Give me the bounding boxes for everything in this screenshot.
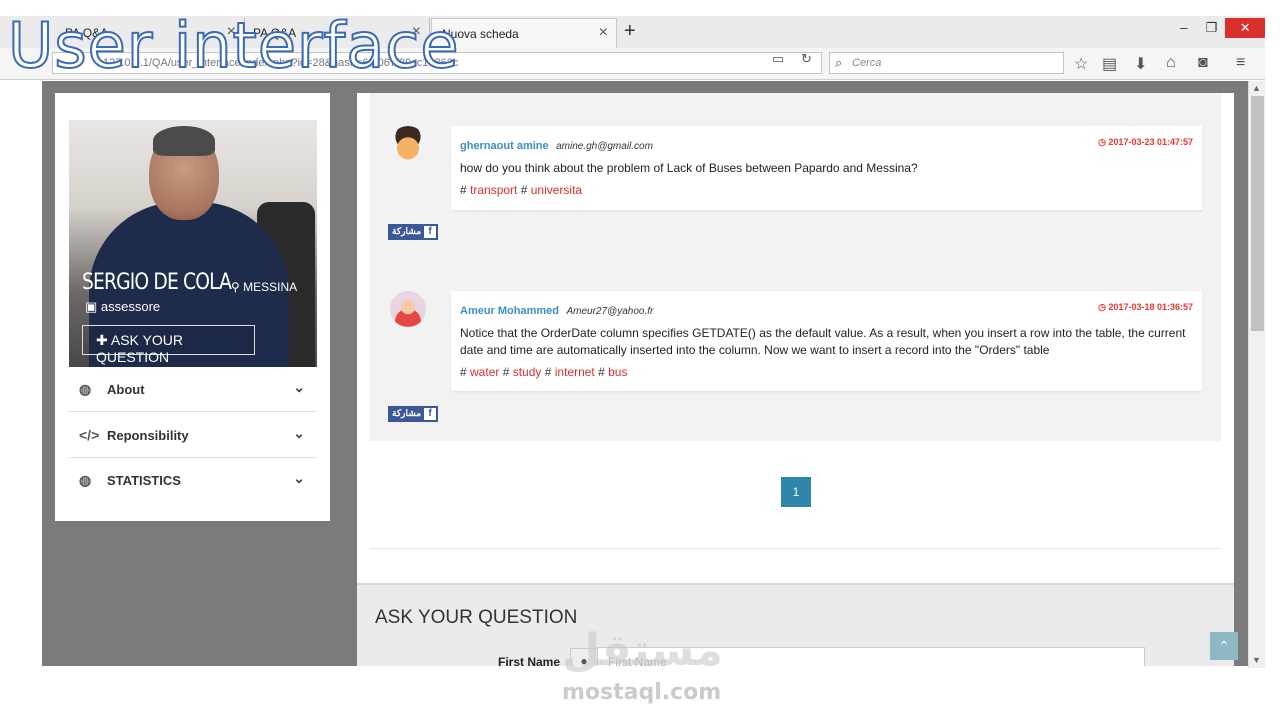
question-date: ◷ 2017-03-18 01:36:57 (1098, 302, 1193, 313)
reader-view-icon[interactable]: ▭ (772, 51, 784, 67)
restore-button[interactable]: ❐ (1198, 18, 1226, 38)
plus-icon: ✚ (96, 332, 111, 348)
profile-role-label: assessore (100, 299, 161, 314)
clock-icon: ◷ (1098, 302, 1109, 312)
scrollbar-thumb[interactable] (1251, 96, 1264, 331)
facebook-share-button[interactable]: مشاركة f (388, 224, 438, 240)
question-tags: # water # study # internet # bus (460, 365, 628, 379)
page-scrollbar[interactable]: ▲ ▼ (1248, 81, 1265, 668)
page-viewport: SERGIO DE COLA ⚲ MESSINA ▣ assessore ✚ A… (42, 81, 1248, 666)
ask-form-title: ASK YOUR QUESTION (375, 607, 578, 628)
question-date-text: 2017-03-18 01:36:57 (1108, 302, 1193, 312)
sidebar-item-about[interactable]: ◍ About ⌄ (69, 367, 317, 412)
clock-icon: ◷ (1098, 137, 1109, 147)
sidebar-item-label: STATISTICS (107, 473, 181, 488)
minimize-button[interactable]: – (1170, 18, 1198, 38)
search-input[interactable]: ⌕ Cerca (829, 52, 1064, 74)
profile-role: ▣ assessore (85, 299, 160, 315)
sidebar-item-responsibility[interactable]: </> Reponsibility ⌄ (69, 413, 317, 458)
profile-city: ⚲ MESSINA (231, 280, 297, 294)
tag-link[interactable]: transport (470, 183, 517, 197)
scroll-down-icon[interactable]: ▼ (1252, 655, 1261, 665)
ask-question-form: ASK YOUR QUESTION First Name ● First Nam… (357, 583, 1234, 666)
tag-link[interactable]: internet (555, 365, 595, 379)
question-card: Ameur Mohammed Ameur27@yahoo.fr ◷ 2017-0… (451, 291, 1202, 391)
scroll-up-icon[interactable]: ▲ (1252, 83, 1261, 93)
profile-name: SERGIO DE COLA (82, 270, 232, 295)
briefcase-icon: ▣ (85, 299, 101, 314)
question-header: Ameur Mohammed Ameur27@yahoo.fr (460, 301, 1192, 319)
profile-card: SERGIO DE COLA ⚲ MESSINA ▣ assessore ✚ A… (69, 120, 317, 367)
menu-icon[interactable]: ≡ (1236, 54, 1245, 72)
question-date: ◷ 2017-03-23 01:47:57 (1098, 137, 1193, 148)
main-content: ghernaout amine amine.gh@gmail.com ◷ 201… (357, 93, 1234, 666)
tag-link[interactable]: bus (608, 365, 627, 379)
question-email: Ameur27@yahoo.fr (566, 306, 654, 317)
profile-city-label: MESSINA (243, 280, 298, 294)
globe-icon: ◍ (79, 472, 92, 488)
question-text: how do you think about the problem of La… (460, 161, 918, 175)
sidebar-item-statistics[interactable]: ◍ STATISTICS ⌄ (69, 458, 317, 503)
window-controls: – ❐ ✕ (1170, 18, 1265, 38)
home-icon[interactable]: ⌂ (1166, 54, 1176, 72)
sidebar-item-label: Reponsibility (107, 428, 189, 443)
chevron-down-icon[interactable]: ⌄ (293, 379, 305, 396)
arrow-up-icon: ⌃ (1218, 638, 1230, 654)
share-label: مشاركة (392, 408, 422, 418)
person-hair-shape (153, 126, 215, 156)
tag-link[interactable]: water (470, 365, 499, 379)
question-card: ghernaout amine amine.gh@gmail.com ◷ 201… (451, 126, 1202, 210)
code-icon: </> (79, 427, 100, 443)
divider (370, 548, 1221, 549)
share-label: مشاركة (392, 226, 422, 236)
pagination-page-1[interactable]: 1 (781, 477, 811, 507)
map-pin-icon: ⚲ (231, 280, 244, 294)
chevron-down-icon[interactable]: ⌄ (293, 425, 305, 442)
tag-link[interactable]: study (513, 365, 542, 379)
bookmark-star-icon[interactable]: ☆ (1074, 54, 1088, 74)
first-name-label: First Name (498, 655, 561, 666)
facebook-icon: f (424, 408, 436, 420)
watermark-arabic: مستقل (562, 625, 723, 676)
question-list: ghernaout amine amine.gh@gmail.com ◷ 201… (370, 93, 1221, 441)
new-tab-button[interactable]: + (624, 20, 636, 43)
tag-link[interactable]: universita (531, 183, 582, 197)
overlay-title: User interface (7, 9, 460, 83)
watermark-latin: mostaql.com (562, 680, 722, 705)
reading-list-icon[interactable]: ▤ (1102, 54, 1117, 74)
user-avatar (390, 126, 426, 162)
globe-icon: ◍ (79, 381, 92, 397)
reload-icon[interactable]: ↻ (801, 51, 812, 67)
question-user[interactable]: ghernaout amine (460, 140, 549, 152)
question-user[interactable]: Ameur Mohammed (460, 305, 559, 317)
question-email: amine.gh@gmail.com (556, 141, 653, 152)
chevron-down-icon[interactable]: ⌄ (293, 470, 305, 487)
facebook-share-button[interactable]: مشاركة f (388, 406, 438, 422)
pocket-icon[interactable]: ◙ (1198, 54, 1208, 72)
user-avatar (390, 291, 426, 327)
search-icon: ⌕ (835, 55, 843, 70)
profile-sidebar: SERGIO DE COLA ⚲ MESSINA ▣ assessore ✚ A… (55, 93, 330, 521)
close-window-button[interactable]: ✕ (1225, 18, 1265, 38)
question-date-text: 2017-03-23 01:47:57 (1108, 137, 1193, 147)
back-to-top-button[interactable]: ⌃ (1210, 632, 1238, 660)
question-tags: # transport # universita (460, 183, 583, 197)
question-header: ghernaout amine amine.gh@gmail.com (460, 136, 1192, 154)
download-icon[interactable]: ⬇ (1134, 54, 1147, 74)
ask-question-button[interactable]: ✚ ASK YOUR QUESTION (82, 325, 255, 365)
close-tab-icon[interactable]: × (599, 24, 608, 42)
question-text: Notice that the OrderDate column specifi… (460, 326, 1186, 357)
search-placeholder: Cerca (852, 57, 882, 69)
facebook-icon: f (424, 226, 436, 238)
sidebar-item-label: About (107, 382, 145, 397)
